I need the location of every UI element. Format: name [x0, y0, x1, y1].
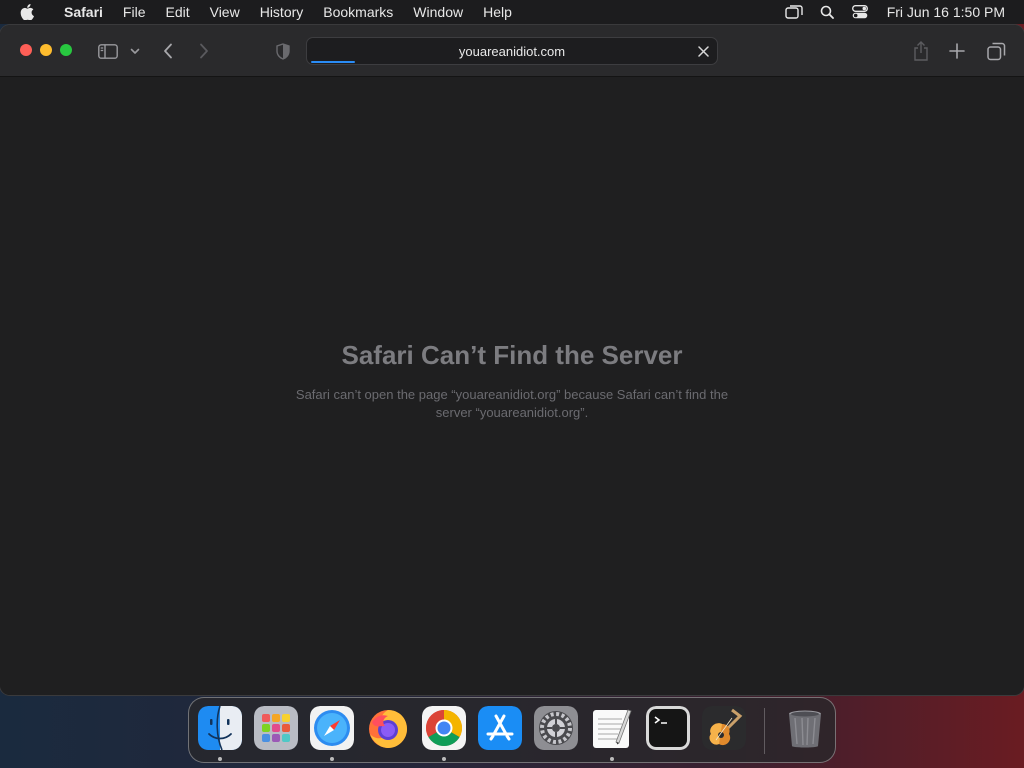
dock-finder[interactable]: [198, 706, 242, 750]
apple-menu[interactable]: [0, 4, 54, 20]
dock-firefox[interactable]: [366, 706, 410, 750]
tab-overview-icon: [986, 42, 1005, 60]
menu-file[interactable]: File: [113, 0, 156, 24]
safari-toolbar: youareanidiot.com: [0, 25, 1024, 77]
privacy-report-shield-icon[interactable]: [274, 39, 292, 63]
app-store-icon: [478, 706, 522, 750]
running-indicator: [442, 757, 446, 761]
minimize-window-button[interactable]: [40, 44, 52, 56]
dock-chrome[interactable]: [422, 706, 466, 750]
safari-compass-icon: [310, 706, 354, 750]
forward-button[interactable]: [194, 39, 214, 63]
chevron-left-icon: [164, 43, 172, 59]
address-bar-url: youareanidiot.com: [458, 43, 566, 59]
menu-view[interactable]: View: [200, 0, 250, 24]
launchpad-icon: [254, 706, 298, 750]
menu-app-name[interactable]: Safari: [54, 0, 113, 24]
chevron-right-icon: [200, 43, 208, 59]
firefox-icon: [369, 710, 407, 748]
fullscreen-window-button[interactable]: [60, 44, 72, 56]
gear-icon: [534, 706, 578, 750]
menu-bar-clock[interactable]: Fri Jun 16 1:50 PM: [877, 4, 1024, 20]
running-indicator: [610, 757, 614, 761]
safari-window: youareanidiot.com Safari Can’t Find the …: [0, 25, 1024, 695]
dock-app-store[interactable]: [478, 706, 522, 750]
web-content-area: Safari Can’t Find the Server Safari can’…: [0, 78, 1024, 695]
menu-bar: Safari File Edit View History Bookmarks …: [0, 0, 1024, 24]
dock-system-settings[interactable]: [534, 706, 578, 750]
textedit-icon: [593, 709, 632, 748]
address-bar[interactable]: youareanidiot.com: [306, 37, 718, 65]
menu-edit[interactable]: Edit: [155, 0, 199, 24]
running-indicator: [218, 757, 222, 761]
apple-icon: [20, 4, 34, 20]
menu-history[interactable]: History: [250, 0, 314, 24]
trash-icon: [789, 710, 821, 748]
dock-trash[interactable]: [783, 706, 827, 750]
spotlight-search-icon[interactable]: [811, 0, 844, 24]
error-title: Safari Can’t Find the Server: [341, 340, 683, 370]
close-window-button[interactable]: [20, 44, 32, 56]
dock-safari[interactable]: [310, 706, 354, 750]
stop-loading-button[interactable]: [695, 43, 711, 59]
error-message: Safari can’t open the page “youareanidio…: [295, 387, 729, 420]
tab-overview-button[interactable]: [985, 39, 1007, 63]
chrome-icon: [422, 706, 466, 750]
dock-launchpad[interactable]: [254, 706, 298, 750]
dock-textedit[interactable]: [590, 706, 634, 750]
control-center-icon[interactable]: [844, 0, 877, 24]
screen-mirroring-icon[interactable]: [778, 0, 811, 24]
guitar-icon: [702, 706, 746, 750]
back-button[interactable]: [158, 39, 178, 63]
share-button[interactable]: [911, 39, 931, 63]
finder-icon: [198, 706, 242, 750]
menu-window[interactable]: Window: [403, 0, 473, 24]
menu-help[interactable]: Help: [473, 0, 522, 24]
dock-garageband[interactable]: [702, 706, 746, 750]
close-icon: [697, 45, 709, 57]
dock-separator: [764, 708, 765, 754]
share-icon: [914, 41, 928, 61]
new-tab-button[interactable]: [947, 39, 967, 63]
sidebar-toggle-icon[interactable]: [96, 39, 120, 63]
dock-terminal[interactable]: [646, 706, 690, 750]
plus-icon: [949, 43, 965, 59]
chevron-down-icon[interactable]: [128, 39, 142, 63]
running-indicator: [330, 757, 334, 761]
menu-bookmarks[interactable]: Bookmarks: [313, 0, 403, 24]
terminal-icon: [646, 706, 690, 750]
dock: [188, 697, 836, 763]
page-load-progress: [311, 61, 355, 63]
